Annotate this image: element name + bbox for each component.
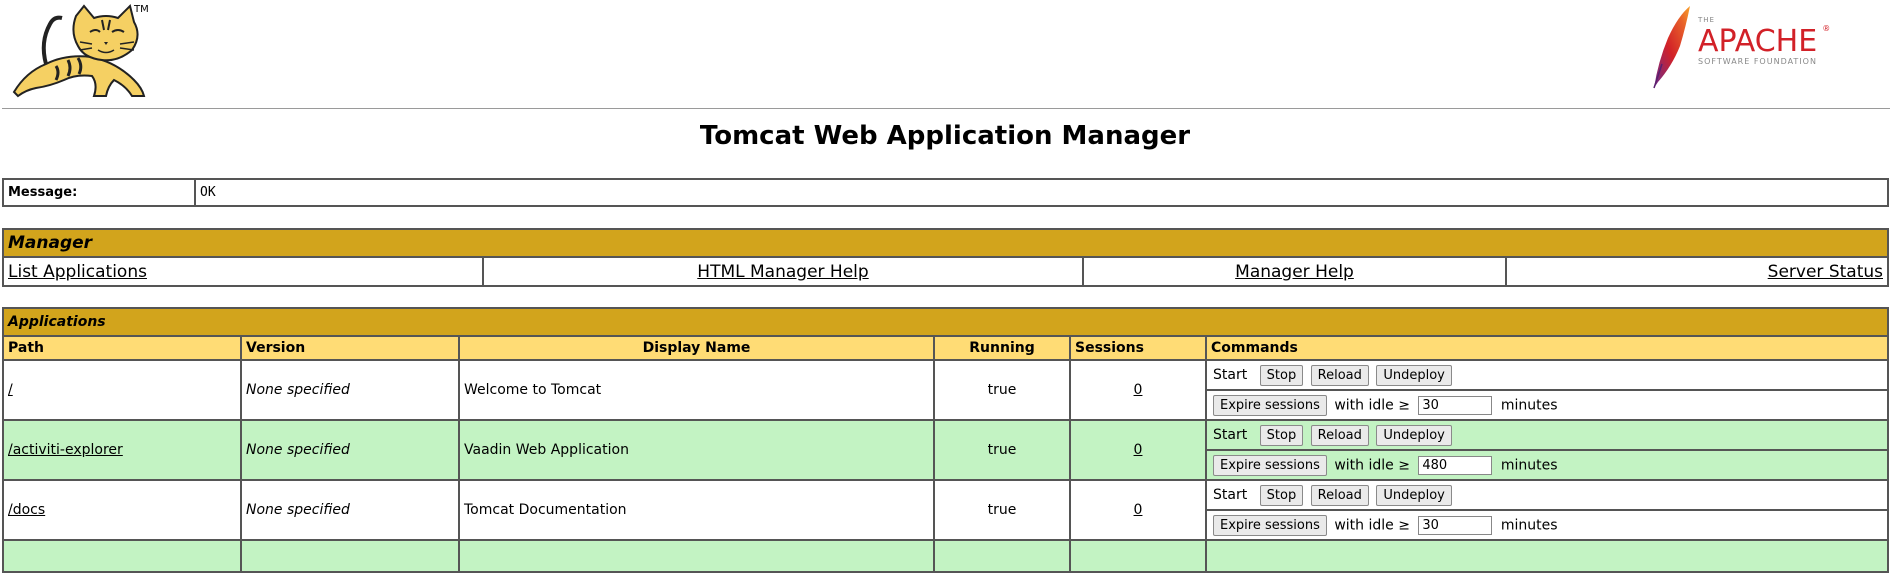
app-display-name: Welcome to Tomcat [458,359,935,421]
undeploy-button[interactable]: Undeploy [1376,364,1452,386]
message-table: Message: OK [2,178,1889,207]
undeploy-button[interactable]: Undeploy [1376,424,1452,446]
app-sessions-cell [1069,539,1207,573]
app-sessions-cell: 0 [1069,419,1207,481]
app-version: None specified [240,419,460,481]
idle-prefix: with idle ≥ [1334,397,1410,413]
table-row: /docs None specified Tomcat Documentatio… [2,479,1889,541]
app-path-cell: / [2,359,242,421]
col-commands: Commands [1205,335,1889,361]
app-sessions-link[interactable]: 0 [1134,382,1143,398]
app-display-name [458,539,935,573]
app-commands-top: Start Stop Reload Undeploy [1205,419,1889,451]
col-running: Running [933,335,1071,361]
undeploy-button[interactable]: Undeploy [1376,484,1452,506]
message-value: OK [194,178,1889,207]
stop-button[interactable]: Stop [1259,484,1304,506]
message-label: Message: [2,178,196,207]
app-sessions-cell: 0 [1069,359,1207,421]
table-row: / None specified Welcome to Tomcat true … [2,359,1889,421]
list-applications-link[interactable]: List Applications [8,262,147,282]
app-sessions-cell: 0 [1069,479,1207,541]
table-row [2,539,1889,573]
app-commands-top: Start Stop Reload Undeploy [1205,479,1889,511]
start-label: Start [1213,367,1248,383]
col-display-name: Display Name [458,335,935,361]
apache-registered: ® [1822,24,1831,33]
tomcat-logo: TM [6,2,156,106]
tomcat-trademark: TM [134,4,149,15]
app-display-name: Vaadin Web Application [458,419,935,481]
idle-prefix: with idle ≥ [1334,517,1410,533]
app-display-name: Tomcat Documentation [458,479,935,541]
app-running: true [933,359,1071,421]
apache-the: THE [1698,16,1715,24]
applications-header-row: Path Version Display Name Running Sessio… [2,335,1889,361]
app-version: None specified [240,359,460,421]
stop-button[interactable]: Stop [1259,424,1304,446]
app-path-link[interactable]: /docs [8,502,45,518]
app-path-cell: /docs [2,479,242,541]
expire-sessions-button[interactable]: Expire sessions [1213,514,1327,536]
app-commands-top: Start Stop Reload Undeploy [1205,359,1889,391]
app-sessions-link[interactable]: 0 [1134,502,1143,518]
start-label: Start [1213,427,1248,443]
idle-suffix: minutes [1500,457,1558,473]
idle-suffix: minutes [1500,517,1558,533]
app-version [240,539,460,573]
idle-minutes-input[interactable] [1418,515,1493,535]
reload-button[interactable]: Reload [1310,364,1369,386]
manager-link-cell-help: Manager Help [1082,256,1507,287]
app-commands-bottom: Expire sessions with idle ≥ minutes [1205,389,1889,421]
manager-link-cell-list: List Applications [2,256,484,287]
app-commands-bottom: Expire sessions with idle ≥ minutes [1205,449,1889,481]
app-path-link[interactable]: / [8,382,13,398]
html-manager-help-link[interactable]: HTML Manager Help [697,262,868,282]
stop-button[interactable]: Stop [1259,364,1304,386]
col-version: Version [240,335,460,361]
reload-button[interactable]: Reload [1310,424,1369,446]
manager-link-cell-html-help: HTML Manager Help [482,256,1084,287]
app-path-cell [2,539,242,573]
manager-table: Manager List Applications HTML Manager H… [2,228,1889,287]
app-commands-top [1205,539,1889,573]
app-commands-bottom: Expire sessions with idle ≥ minutes [1205,509,1889,541]
manager-link-cell-status: Server Status [1505,256,1889,287]
reload-button[interactable]: Reload [1310,484,1369,506]
app-path-link[interactable]: /activiti-explorer [8,442,123,458]
app-running [933,539,1071,573]
expire-sessions-button[interactable]: Expire sessions [1213,454,1327,476]
manager-help-link[interactable]: Manager Help [1235,262,1354,282]
idle-minutes-input[interactable] [1418,455,1493,475]
app-path-cell: /activiti-explorer [2,419,242,481]
app-running: true [933,419,1071,481]
apache-name: APACHE [1698,24,1818,59]
app-running: true [933,479,1071,541]
manager-heading: Manager [2,228,1889,258]
table-row: /activiti-explorer None specified Vaadin… [2,419,1889,481]
applications-heading: Applications [2,307,1889,337]
idle-prefix: with idle ≥ [1334,457,1410,473]
idle-suffix: minutes [1500,397,1558,413]
applications-table: Applications Path Version Display Name R… [2,307,1889,573]
app-version: None specified [240,479,460,541]
server-status-link[interactable]: Server Status [1768,262,1883,282]
page-header: TM THE APACHE ® SOFTWARE FOUNDATION [0,0,1890,110]
idle-minutes-input[interactable] [1418,395,1493,415]
expire-sessions-button[interactable]: Expire sessions [1213,394,1327,416]
page-title: Tomcat Web Application Manager [699,121,1191,151]
header-divider [2,108,1890,109]
col-sessions: Sessions [1069,335,1207,361]
app-sessions-link[interactable]: 0 [1134,442,1143,458]
col-path: Path [2,335,242,361]
start-label: Start [1213,487,1248,503]
